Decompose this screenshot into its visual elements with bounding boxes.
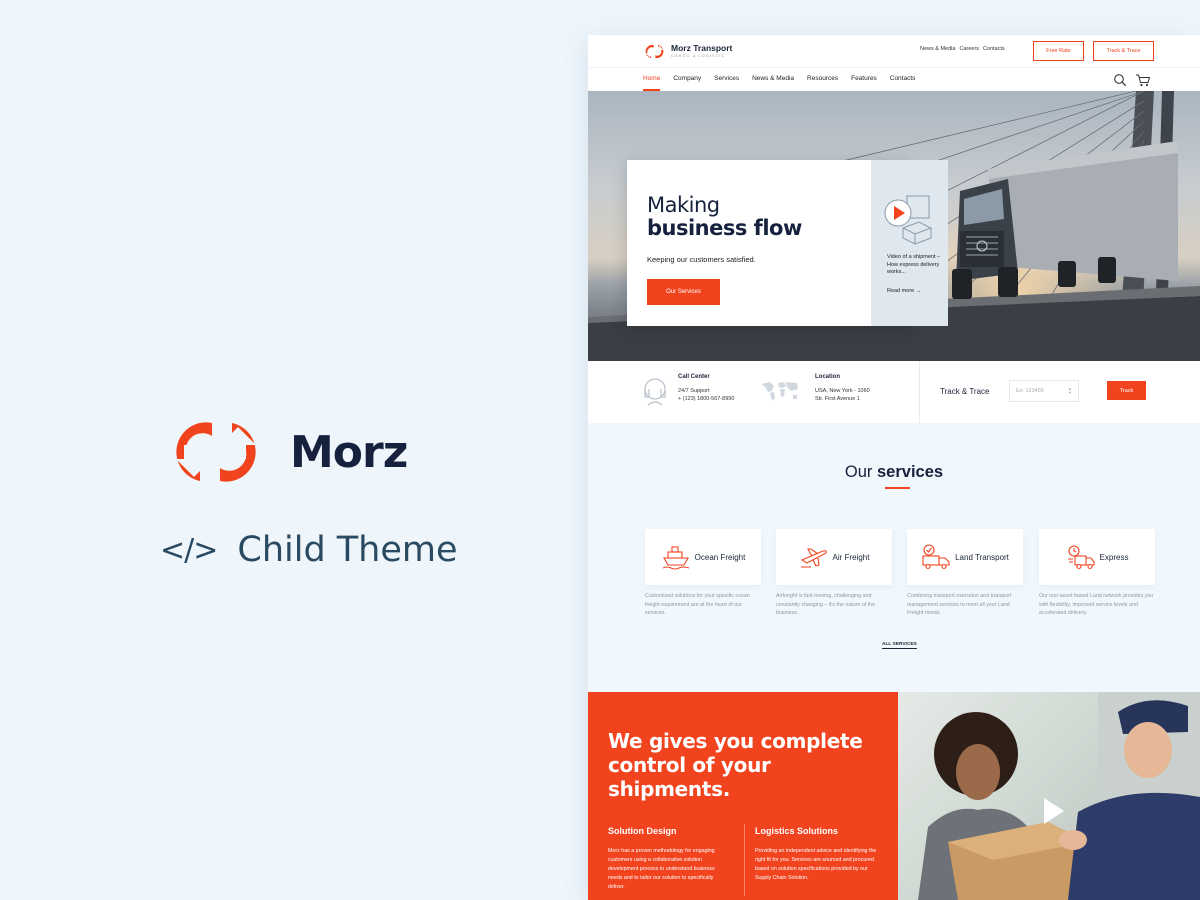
- nav-company[interactable]: Company: [673, 75, 701, 82]
- all-services-link[interactable]: ALL SERVICES: [882, 642, 917, 649]
- call-center-line1: 24/7 Support: [678, 388, 710, 394]
- service-card-express[interactable]: Express: [1039, 529, 1155, 585]
- logistics-solutions-text: Providing an independent advice and iden…: [755, 848, 877, 881]
- services-heading: Our services: [588, 463, 1200, 482]
- hero-subtitle: Keeping our customers satisfied.: [647, 255, 756, 264]
- cart-icon[interactable]: [1135, 73, 1151, 87]
- column-divider: [744, 824, 745, 896]
- world-map-icon: [762, 382, 798, 401]
- nav-home[interactable]: Home: [643, 75, 661, 91]
- service-desc: Combining transport execution and transp…: [907, 593, 1012, 616]
- our-services-button[interactable]: Our Services: [647, 279, 720, 305]
- hero-title-line2: business flow: [647, 216, 802, 240]
- hero-title: Making business flow: [647, 194, 802, 240]
- location-title: Location: [815, 374, 840, 380]
- nav-features[interactable]: Features: [851, 75, 877, 82]
- service-card-land[interactable]: Land Transport: [907, 529, 1023, 585]
- video-caption: Video of a shipment – How express delive…: [887, 254, 941, 275]
- services-heading-plain: Our: [844, 463, 877, 481]
- website-preview: Morz Transport CARGO & LOGISTIC News & M…: [588, 35, 1200, 900]
- services-heading-bold: services: [877, 463, 944, 481]
- hero-title-line1: Making: [647, 193, 720, 217]
- stepper-icon[interactable]: ▲ ▼: [1068, 387, 1072, 395]
- track-button[interactable]: Track: [1107, 381, 1146, 400]
- info-divider: [919, 361, 920, 423]
- service-name: Land Transport: [955, 552, 1009, 562]
- read-more-link[interactable]: Read more →: [887, 288, 921, 294]
- headset-icon: [644, 378, 666, 406]
- location-line2: Str. First Avenue 1: [815, 396, 860, 402]
- nav-contacts[interactable]: Contacts: [890, 75, 916, 82]
- express-truck-icon: [1067, 545, 1095, 570]
- service-desc: Airfreight is fast-moving, challenging a…: [776, 593, 876, 616]
- hero-card: Making business flow Keeping our custome…: [627, 160, 910, 326]
- morz-logo-icon: [176, 422, 256, 482]
- info-bar: Call Center 24/7 Support + (123) 1800-56…: [588, 361, 1200, 423]
- nav-resources[interactable]: Resources: [807, 75, 838, 82]
- truck-icon: [922, 544, 950, 570]
- code-icon: </>: [160, 532, 218, 568]
- call-center-title: Call Center: [678, 374, 710, 380]
- brand-lockup: Morz: [160, 415, 408, 489]
- search-icon[interactable]: [1113, 73, 1127, 87]
- child-theme-label: </> Child Theme: [160, 530, 458, 570]
- toplink-careers[interactable]: Careers: [959, 46, 979, 52]
- main-nav: Home Company Services News & Media Resou…: [588, 67, 1200, 91]
- child-theme-text: Child Theme: [237, 530, 458, 570]
- free-rate-button[interactable]: Free Rate: [1033, 41, 1084, 61]
- service-name: Air Freight: [832, 552, 870, 562]
- delivery-photo: [898, 692, 1200, 900]
- heading-underline: [885, 487, 910, 489]
- site-logo-title: Morz Transport: [671, 43, 733, 53]
- service-desc: Customized solutions for your specific o…: [645, 593, 750, 616]
- track-trace-button[interactable]: Track & Trace: [1093, 41, 1154, 61]
- control-section: We gives you complete control of your sh…: [588, 692, 898, 900]
- nav-services[interactable]: Services: [714, 75, 739, 82]
- tracking-placeholder: Ex: 123456: [1016, 388, 1044, 394]
- video-panel[interactable]: Video of a shipment – How express delive…: [871, 160, 948, 326]
- track-trace-label: Track & Trace: [940, 387, 990, 396]
- top-links: News & Media Careers Contacts: [920, 46, 1005, 52]
- play-icon: [1044, 798, 1064, 824]
- service-name: Express: [1099, 552, 1129, 562]
- delivery-people-image: [918, 692, 1200, 900]
- plane-icon: [800, 548, 827, 568]
- toplink-news[interactable]: News & Media: [920, 46, 955, 52]
- solution-design-title: Solution Design: [608, 826, 677, 836]
- toplink-contacts[interactable]: Contacts: [983, 46, 1005, 52]
- ship-icon: [662, 546, 689, 570]
- logistics-solutions-title: Logistics Solutions: [755, 826, 839, 836]
- service-desc: Our non-asset based Land network provide…: [1039, 593, 1154, 616]
- nav-news[interactable]: News & Media: [752, 75, 794, 82]
- solution-design-text: Morz has a proven methodology for engagi…: [608, 848, 715, 890]
- service-card-air[interactable]: Air Freight: [776, 529, 892, 585]
- video-play-icon[interactable]: [879, 192, 935, 246]
- top-bar: Morz Transport CARGO & LOGISTIC News & M…: [588, 35, 1200, 67]
- morz-logo-icon: [645, 44, 664, 59]
- service-name: Ocean Freight: [694, 552, 746, 562]
- site-logo-subtitle: CARGO & LOGISTIC: [671, 53, 726, 58]
- service-card-ocean[interactable]: Ocean Freight: [645, 529, 761, 585]
- brand-name: Morz: [290, 426, 408, 478]
- control-title: We gives you complete control of your sh…: [608, 729, 863, 801]
- location-line1: USA, New York - 1060: [815, 388, 870, 394]
- site-logo[interactable]: Morz Transport CARGO & LOGISTIC: [642, 43, 732, 60]
- tracking-number-input[interactable]: Ex: 123456 ▲ ▼: [1009, 380, 1079, 402]
- hero-section: Making business flow Keeping our custome…: [588, 91, 1200, 361]
- call-center-phone[interactable]: + (123) 1800-567-8990: [678, 396, 734, 402]
